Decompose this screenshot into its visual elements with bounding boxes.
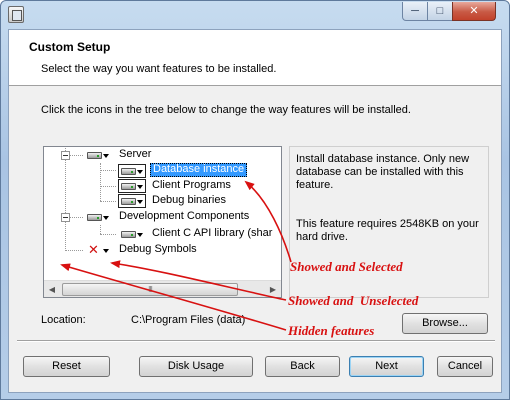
horizontal-scrollbar[interactable]: ◀ III ▶ xyxy=(44,280,281,297)
disk-usage-button[interactable]: Disk Usage xyxy=(139,356,253,377)
header-banner: Custom Setup Select the way you want fea… xyxy=(9,30,501,86)
annotation-showed-selected: Showed and Selected xyxy=(290,259,403,274)
client-programs-install-state-button[interactable] xyxy=(118,179,146,193)
tree-connector xyxy=(70,217,83,218)
dropdown-arrow-icon xyxy=(137,170,143,174)
page-title: Custom Setup xyxy=(29,40,111,54)
debug-binaries-install-state-button[interactable] xyxy=(118,194,146,208)
tree-connector xyxy=(100,225,101,234)
drive-icon xyxy=(121,198,136,205)
minimize-button[interactable]: ─ xyxy=(402,2,428,21)
tree-connector xyxy=(100,201,116,202)
database-instance-install-state-button[interactable] xyxy=(118,164,146,178)
maximize-button[interactable]: □ xyxy=(427,2,453,21)
drive-icon xyxy=(87,214,102,221)
installer-window: ─ □ ✕ Custom Setup Select the way you wa… xyxy=(0,0,510,400)
title-bar[interactable]: ─ □ ✕ xyxy=(1,1,509,29)
back-button[interactable]: Back xyxy=(265,356,340,377)
drive-icon xyxy=(121,231,136,238)
drive-icon xyxy=(87,152,102,159)
next-button[interactable]: Next xyxy=(349,356,424,377)
tree-connector xyxy=(65,147,66,251)
feature-description: Install database instance. Only new data… xyxy=(296,153,470,191)
dropdown-arrow-icon xyxy=(103,154,109,158)
tree-item-debug-symbols[interactable]: Debug Symbols xyxy=(117,243,199,257)
dialog-client-area: Custom Setup Select the way you want fea… xyxy=(8,29,502,393)
tree-item-debug-binaries[interactable]: Debug binaries xyxy=(150,194,228,208)
drive-icon xyxy=(121,168,136,175)
tree-connector xyxy=(100,234,116,235)
server-install-state-button[interactable] xyxy=(84,148,112,162)
dropdown-arrow-icon xyxy=(103,216,109,220)
reset-button[interactable]: Reset xyxy=(23,356,110,377)
cancel-button[interactable]: Cancel xyxy=(437,356,493,377)
dropdown-arrow-icon xyxy=(137,185,143,189)
tree-item-client-programs[interactable]: Client Programs xyxy=(150,179,233,193)
drive-icon xyxy=(121,183,136,190)
feature-tree[interactable]: Server Database instance Client Programs… xyxy=(43,146,282,298)
tree-item-development-components[interactable]: Development Components xyxy=(117,210,251,224)
tree-connector xyxy=(100,163,101,201)
tree-item-server[interactable]: Server xyxy=(117,148,153,162)
feature-description-panel: Install database instance. Only new data… xyxy=(289,146,489,298)
annotation-showed-unselected: Showed and Unselected xyxy=(288,293,419,308)
annotation-hidden-features: Hidden features xyxy=(288,323,375,338)
tree-connector xyxy=(100,170,116,171)
instructions-text: Click the icons in the tree below to cha… xyxy=(41,104,411,116)
debug-symbols-install-state-button[interactable]: ✕ xyxy=(84,242,112,257)
client-c-api-install-state-button[interactable] xyxy=(118,227,146,241)
feature-tree-view: Server Database instance Client Programs… xyxy=(44,147,281,280)
x-icon: ✕ xyxy=(88,242,99,257)
tree-connector xyxy=(70,155,83,156)
tree-connector xyxy=(100,186,116,187)
tree-item-client-c-api-library[interactable]: Client C API library (shar xyxy=(150,227,274,241)
scroll-right-icon[interactable]: ▶ xyxy=(265,282,281,297)
collapse-server-toggle[interactable] xyxy=(61,151,70,160)
scroll-thumb[interactable]: III xyxy=(62,283,238,296)
collapse-development-components-toggle[interactable] xyxy=(61,213,70,222)
dropdown-arrow-icon xyxy=(137,200,143,204)
page-subtitle: Select the way you want features to be i… xyxy=(41,63,277,75)
feature-size-requirement: This feature requires 2548KB on your har… xyxy=(296,218,479,243)
dropdown-arrow-icon xyxy=(103,249,109,253)
development-components-install-state-button[interactable] xyxy=(84,210,112,224)
tree-item-database-instance[interactable]: Database instance xyxy=(150,163,248,177)
close-button[interactable]: ✕ xyxy=(452,2,496,21)
tree-connector xyxy=(65,250,83,251)
installer-app-icon xyxy=(8,6,24,23)
browse-button[interactable]: Browse... xyxy=(402,313,488,334)
location-label: Location: xyxy=(41,314,86,326)
location-value: C:\Program Files (data) xyxy=(131,314,246,326)
dropdown-arrow-icon xyxy=(137,233,143,237)
scroll-left-icon[interactable]: ◀ xyxy=(44,282,60,297)
footer-divider xyxy=(17,340,495,342)
